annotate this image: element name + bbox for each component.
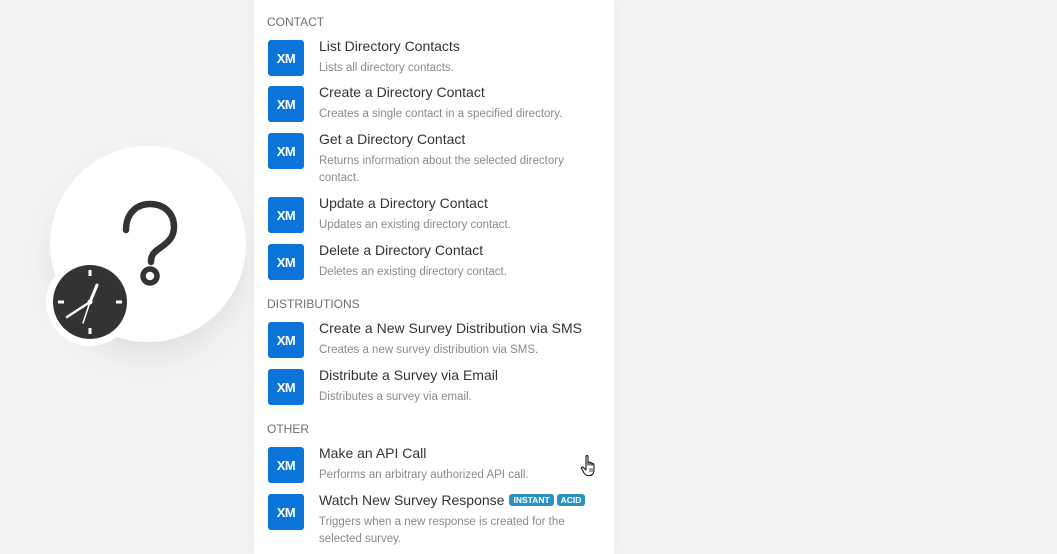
module-title: Update a Directory Contact xyxy=(319,195,488,211)
xm-app-icon: XM xyxy=(268,447,304,483)
clock-icon xyxy=(53,265,127,339)
module-title: Delete a Directory Contact xyxy=(319,242,484,258)
hand-pointer-icon xyxy=(580,455,595,477)
xm-app-icon: XM xyxy=(268,197,304,233)
module-list-panel: CONTACT XM List Directory Contacts Lists… xyxy=(254,0,614,554)
module-title: Make an API Call xyxy=(319,445,427,461)
scenario-canvas: CONTACT XM List Directory Contacts Lists… xyxy=(0,0,1057,554)
module-description: Returns information about the selected d… xyxy=(319,155,564,184)
module-description: Creates a single contact in a specified … xyxy=(319,108,563,120)
xm-app-icon: XM xyxy=(268,133,304,169)
acid-badge: ACID xyxy=(556,494,586,506)
module-description: Updates an existing directory contact. xyxy=(319,219,511,231)
section-label-contact: CONTACT xyxy=(267,15,325,29)
module-title: Create a Directory Contact xyxy=(319,84,485,100)
question-mark-icon xyxy=(122,200,178,286)
section-label-other: OTHER xyxy=(267,422,309,436)
module-description: Deletes an existing directory contact. xyxy=(319,266,507,278)
module-description: Distributes a survey via email. xyxy=(319,391,472,403)
xm-app-icon: XM xyxy=(268,494,304,530)
module-title: List Directory Contacts xyxy=(319,38,460,54)
module-description: Triggers when a new response is created … xyxy=(319,516,565,545)
module-description: Creates a new survey distribution via SM… xyxy=(319,344,539,356)
xm-app-icon: XM xyxy=(268,40,304,76)
module-title: Distribute a Survey via Email xyxy=(319,367,498,383)
module-description: Performs an arbitrary authorized API cal… xyxy=(319,469,529,481)
module-title: Create a New Survey Distribution via SMS xyxy=(319,320,582,336)
xm-app-icon: XM xyxy=(268,322,304,358)
module-title-row: Watch New Survey Response INSTANT ACID xyxy=(319,492,586,508)
xm-app-icon: XM xyxy=(268,86,304,122)
module-title: Get a Directory Contact xyxy=(319,131,466,147)
module-title: Watch New Survey Response xyxy=(319,492,505,508)
xm-app-icon: XM xyxy=(268,244,304,280)
xm-app-icon: XM xyxy=(268,369,304,405)
section-label-distributions: DISTRIBUTIONS xyxy=(267,297,360,311)
module-description: Lists all directory contacts. xyxy=(319,62,454,74)
instant-badge: INSTANT xyxy=(509,494,554,506)
